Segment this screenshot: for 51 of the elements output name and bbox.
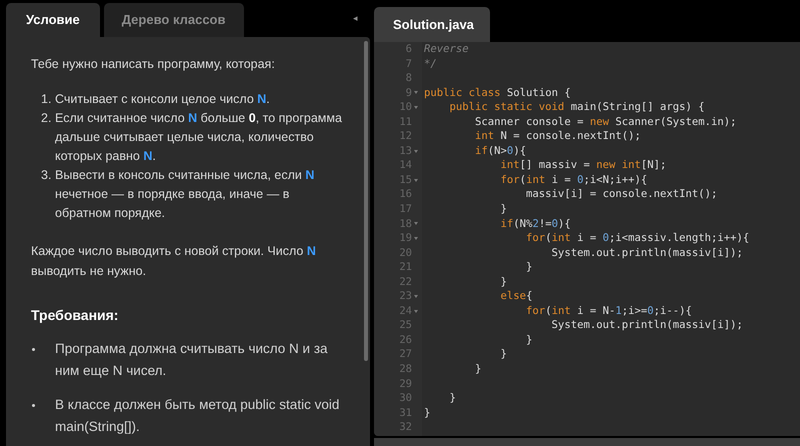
- code-editor[interactable]: [374, 42, 800, 436]
- list-item-text: Вывести в консоль считанные числа, если N нечетное — в порядке ввода, иначе — в обратном порядке.: [55, 167, 316, 222]
- fold-icon[interactable]: [414, 295, 418, 298]
- code-line: }: [500, 203, 507, 216]
- code-line: massiv[i] = console.nextInt();: [525, 188, 718, 200]
- code-line: int N = console.nextInt();: [474, 130, 641, 142]
- code-line: for(int i = 0;i<massiv.length;i++){: [525, 232, 750, 244]
- fold-icon[interactable]: [414, 150, 418, 153]
- code-line: public class Solution {: [424, 86, 571, 99]
- fold-icon[interactable]: [414, 91, 418, 94]
- code-line: }: [500, 276, 507, 288]
- bullet-icon: [32, 348, 35, 350]
- code-line: public static void main(String[] args) {: [448, 101, 705, 114]
- requirement-text: Программа должна считывать число N и за ним еще N чисел.: [55, 340, 329, 380]
- fold-icon[interactable]: [414, 310, 418, 313]
- code-line: }: [424, 406, 430, 419]
- code-line: System.out.println(massiv[i]);: [550, 246, 743, 259]
- code-line: for(int i = N-1;i>=0;i--){: [525, 304, 692, 317]
- collapse-button[interactable]: ◂: [353, 14, 358, 23]
- section-heading: Требования:: [31, 306, 120, 325]
- code-line: else{: [500, 290, 532, 302]
- list-number: 2.: [41, 110, 52, 127]
- panel-tab[interactable]: Дерево классов: [104, 3, 244, 37]
- code-line: }: [474, 363, 482, 376]
- list-number: 1.: [41, 91, 52, 108]
- code-line: if(N%2!=0){: [500, 218, 571, 230]
- code-line: for(int i = 0;i<N;i++){: [500, 174, 648, 186]
- code-line: */: [424, 58, 437, 70]
- code-line: Reverse: [424, 43, 469, 55]
- intro-text: Тебе нужно написать программу, которая:: [31, 56, 276, 73]
- requirement-text: В классе должен быть метод public static void main(String[]).: [55, 396, 340, 436]
- file-tab[interactable]: Solution.java: [374, 7, 490, 42]
- scrollbar[interactable]: [364, 41, 368, 361]
- fold-icon[interactable]: [414, 222, 418, 226]
- code-line: int[] massiv = new int[N];: [500, 159, 666, 172]
- bullet-icon: [32, 404, 35, 406]
- panel-tab[interactable]: Условие: [6, 3, 100, 37]
- fold-icon[interactable]: [414, 178, 418, 182]
- code-line: }: [448, 392, 456, 404]
- code-line: if(N>0){: [474, 144, 526, 157]
- fold-icon[interactable]: [414, 236, 418, 240]
- list-number: 3.: [41, 167, 52, 184]
- code-line: System.out.println(massiv[i]);: [550, 319, 743, 332]
- code-line: }: [500, 348, 507, 360]
- code-line: }: [525, 261, 532, 274]
- list-item-text: Считывает с консоли целое число N.: [55, 91, 271, 108]
- fold-icon[interactable]: [414, 106, 418, 109]
- code-line: }: [525, 334, 532, 346]
- note-text: Каждое число выводить с новой строки. Число N выводить не нужно.: [31, 243, 317, 280]
- list-item-text: Если считанное число N больше 0, то программа дальше считывает целые числа, количество которых равно N.: [55, 110, 343, 165]
- code-line: Scanner console = new Scanner(System.in);: [474, 116, 737, 128]
